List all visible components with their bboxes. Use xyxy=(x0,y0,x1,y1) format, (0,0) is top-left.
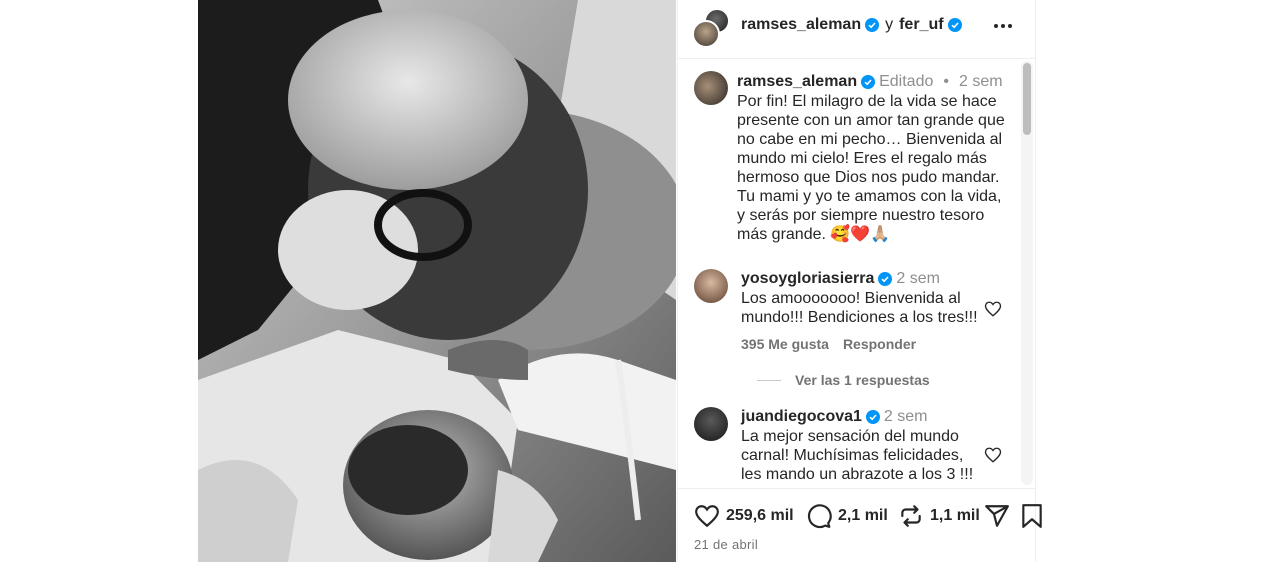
reposts-count: 1,1 mil xyxy=(930,507,980,524)
verified-badge-icon xyxy=(861,75,876,89)
comment-username-link[interactable]: juandiegocova1 xyxy=(741,408,862,426)
share-button[interactable] xyxy=(984,503,1010,529)
verified-badge-icon xyxy=(865,18,880,32)
more-options-button[interactable] xyxy=(991,14,1015,38)
comment-text: Los amooooooo! Bienvenida al mundo!!! Be… xyxy=(741,290,978,326)
comment-button[interactable]: 2,1 mil xyxy=(806,503,888,529)
avatar[interactable] xyxy=(694,407,728,441)
comment-item: juandiegocova1 2 sem La mejor sensación … xyxy=(694,407,1014,487)
avatar[interactable] xyxy=(694,71,728,105)
comment-text: La mejor sensación del mundo carnal! Muc… xyxy=(741,428,974,483)
post-authors: ramses_aleman y fer_uf xyxy=(741,16,962,34)
comment-header: yosoygloriasierra 2 sem xyxy=(741,270,940,288)
share-icon xyxy=(985,505,1009,527)
collab-avatars[interactable] xyxy=(692,8,732,48)
view-replies-button[interactable]: Ver las 1 respuestas xyxy=(757,372,930,388)
conjunction-text: y xyxy=(885,16,894,33)
avatar xyxy=(692,20,720,48)
heart-icon xyxy=(695,505,719,528)
caption-time: 2 sem xyxy=(958,73,1003,90)
repost-button[interactable]: 1,1 mil xyxy=(898,503,980,529)
coauthor-username-link[interactable]: fer_uf xyxy=(899,16,943,34)
reply-button[interactable]: Responder xyxy=(843,336,916,352)
verified-badge-icon xyxy=(947,18,962,32)
repost-icon xyxy=(901,505,921,527)
verified-badge-icon xyxy=(878,272,893,286)
scrollbar[interactable] xyxy=(1021,61,1033,485)
comments-scroll-area[interactable]: ramses_aleman Editado • 2 sem Por fin! E… xyxy=(678,59,1035,487)
edited-label: Editado xyxy=(879,73,934,90)
caption-header: ramses_aleman Editado • 2 sem xyxy=(737,73,1003,91)
caption-username-link[interactable]: ramses_aleman xyxy=(737,73,857,91)
separator-dot: • xyxy=(943,73,949,90)
comment-like-heart-icon[interactable] xyxy=(984,446,1002,464)
post-photo xyxy=(198,0,676,562)
comment-icon xyxy=(807,504,832,529)
post-date: 21 de abril xyxy=(694,537,759,552)
more-options-icon xyxy=(994,24,1012,28)
comment-header: juandiegocova1 2 sem xyxy=(741,408,928,426)
replies-divider xyxy=(757,379,781,381)
like-button[interactable]: 259,6 mil xyxy=(694,503,794,529)
post-detail-panel: ramses_aleman y fer_uf ramses_aleman Edi… xyxy=(677,0,1042,563)
comments-count: 2,1 mil xyxy=(838,507,888,524)
author-username-link[interactable]: ramses_aleman xyxy=(741,16,861,34)
comment-meta: 395 Me gusta Responder xyxy=(741,336,916,352)
save-button[interactable] xyxy=(1020,503,1044,529)
bookmark-icon xyxy=(1022,504,1042,528)
caption-text: Por fin! El milagro de la vida se hace p… xyxy=(737,93,1005,243)
likes-count: 259,6 mil xyxy=(726,507,794,524)
scrollbar-thumb[interactable] xyxy=(1023,63,1031,135)
comment-item: yosoygloriasierra 2 sem Los amooooooo! B… xyxy=(694,269,1014,409)
post-actions-bar: 259,6 mil 2,1 mil 1,1 mil 21 de abril xyxy=(678,488,1042,563)
comment-like-heart-icon[interactable] xyxy=(984,300,1002,318)
verified-badge-icon xyxy=(865,410,880,424)
avatar[interactable] xyxy=(694,269,728,303)
comment-username-link[interactable]: yosoygloriasierra xyxy=(741,270,874,288)
newborn-photo-image xyxy=(198,0,676,562)
comment-time: 2 sem xyxy=(896,270,940,287)
comment-likes-count[interactable]: 395 Me gusta xyxy=(741,336,829,352)
view-replies-label: Ver las 1 respuestas xyxy=(795,372,930,388)
post-header: ramses_aleman y fer_uf xyxy=(678,0,1035,59)
comment-time: 2 sem xyxy=(883,408,928,425)
